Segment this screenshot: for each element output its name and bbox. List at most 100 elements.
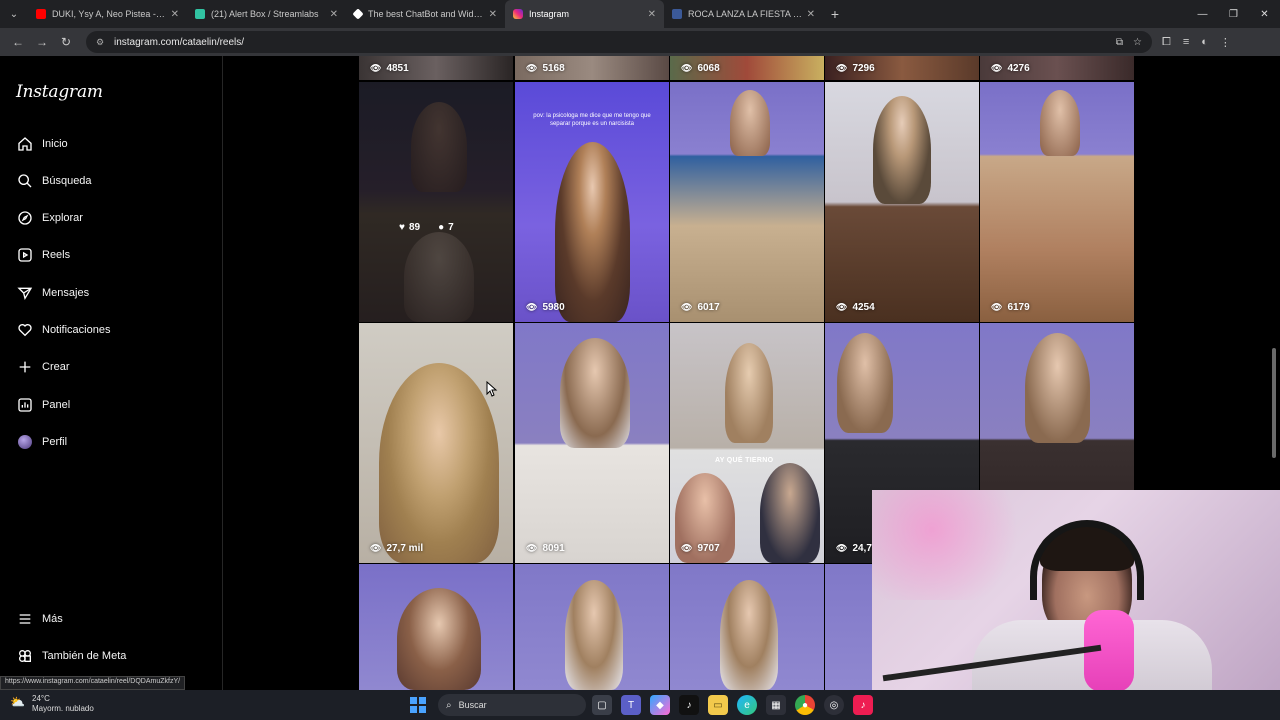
- reel-tile[interactable]: 👁 4254: [825, 82, 979, 322]
- view-count: 24,7: [852, 543, 872, 554]
- browser-tab[interactable]: ROCA LANZA LA FIESTA NACIO ✕: [664, 0, 823, 28]
- nav-label: Crear: [42, 361, 70, 373]
- copilot-icon[interactable]: ◆: [650, 695, 670, 715]
- reel-overlay-text: pov: la psicologa me dice que me tengo q…: [533, 113, 651, 127]
- close-tab-icon[interactable]: ✕: [489, 9, 497, 20]
- instagram-logo[interactable]: Instagram: [16, 82, 103, 102]
- nav-busqueda[interactable]: Búsqueda: [16, 170, 92, 192]
- nav-mensajes[interactable]: Mensajes: [16, 282, 89, 304]
- reel-tile[interactable]: AY QUÉ TIERNO 👁 9707: [670, 323, 824, 563]
- edge-icon[interactable]: e: [737, 695, 757, 715]
- obs-icon[interactable]: ◎: [824, 695, 844, 715]
- person-thumbnail: [397, 588, 481, 690]
- browser-tab[interactable]: The best ChatBot and Widgets ✕: [346, 0, 505, 28]
- taskbar-search[interactable]: ⌕ Buscar: [438, 694, 586, 716]
- instagram-favicon-icon: [513, 9, 523, 19]
- person-thumbnail: [725, 343, 773, 443]
- reel-tile[interactable]: [670, 564, 824, 690]
- tab-search-icon[interactable]: ⌄: [0, 0, 28, 28]
- scrollbar-thumb[interactable]: [1272, 348, 1276, 458]
- weather-cloud-icon: ⛅: [10, 695, 25, 709]
- nav-crear[interactable]: Crear: [16, 356, 70, 378]
- reel-tile[interactable]: 👁 6017: [670, 82, 824, 322]
- instagram-sidebar: Instagram Inicio Búsqueda Explorar Reels…: [0, 56, 223, 690]
- reel-tile[interactable]: [515, 564, 669, 690]
- file-explorer-icon[interactable]: ▭: [708, 695, 728, 715]
- url-input[interactable]: ⚙ instagram.com/cataelin/reels/ ⧉ ☆: [86, 31, 1152, 53]
- url-text: instagram.com/cataelin/reels/: [114, 36, 245, 48]
- person-thumbnail: [873, 96, 931, 204]
- headphones-icon: [1030, 520, 1144, 600]
- screen: ⌄ DUKI, Ysy A, Neo Pistea - TRAP ✕ (21) …: [0, 0, 1280, 720]
- extensions-icon[interactable]: ⧠: [1162, 36, 1171, 49]
- reload-icon[interactable]: ↻: [54, 30, 78, 54]
- store-icon[interactable]: ▦: [766, 695, 786, 715]
- teams-icon[interactable]: T: [621, 695, 641, 715]
- person-thumbnail: [1040, 90, 1080, 156]
- person-thumbnail: [565, 580, 623, 690]
- nav-label: También de Meta: [42, 650, 127, 662]
- reel-tile[interactable]: 👁 27,7 mil: [359, 323, 513, 563]
- tiktok-live-icon[interactable]: ♪: [853, 695, 873, 715]
- taskbar-search-label: Buscar: [458, 700, 487, 710]
- nav-mas[interactable]: Más: [16, 608, 63, 630]
- windows-start-icon[interactable]: [410, 697, 426, 713]
- nav-label: Panel: [42, 399, 71, 411]
- reel-tile[interactable]: 👁 5168: [515, 56, 669, 80]
- bookmark-star-icon[interactable]: ☆: [1133, 37, 1142, 48]
- reel-tile[interactable]: 👁 6179: [980, 82, 1134, 322]
- reel-tile[interactable]: 👁 7296: [825, 56, 979, 80]
- hover-overlay: [359, 82, 513, 322]
- reel-tile[interactable]: 👁 8091: [515, 323, 669, 563]
- reel-tile[interactable]: [359, 564, 513, 690]
- nav-inicio[interactable]: Inicio: [16, 133, 68, 155]
- nav-notificaciones[interactable]: Notificaciones: [16, 319, 110, 341]
- nav-tambien-de-meta[interactable]: También de Meta: [16, 645, 126, 667]
- view-count: 5980: [542, 302, 565, 313]
- person-thumbnail: [1025, 333, 1090, 443]
- view-count: 6017: [697, 302, 720, 313]
- weather-widget[interactable]: ⛅ 24°C Mayorm. nublado: [10, 694, 94, 714]
- search-icon: [16, 172, 34, 190]
- reel-tile[interactable]: pov: la psicologa me dice que me tengo q…: [515, 82, 669, 322]
- close-tab-icon[interactable]: ✕: [171, 9, 179, 20]
- view-count: 6068: [697, 63, 720, 74]
- nav-explorar[interactable]: Explorar: [16, 207, 83, 229]
- browser-menu-icon[interactable]: ⋮: [1220, 36, 1231, 49]
- maximize-icon[interactable]: ❐: [1218, 0, 1249, 28]
- close-tab-icon[interactable]: ✕: [648, 9, 656, 20]
- site-info-icon[interactable]: ⚙: [96, 37, 106, 47]
- hover-stats: ♥ 89 ● 7: [399, 222, 454, 233]
- close-tab-icon[interactable]: ✕: [330, 9, 338, 20]
- nav-perfil[interactable]: Perfil: [16, 431, 67, 453]
- reels-icon: [16, 246, 34, 264]
- close-tab-icon[interactable]: ✕: [807, 9, 815, 20]
- compass-icon: [16, 209, 34, 227]
- reel-tile[interactable]: 👁 4851: [359, 56, 513, 80]
- nav-label: Más: [42, 613, 63, 625]
- install-icon[interactable]: ⧉: [1116, 37, 1123, 48]
- task-view-icon[interactable]: ▢: [592, 695, 612, 715]
- media-icon[interactable]: ≡: [1183, 36, 1189, 49]
- profile-icon[interactable]: ◐: [1201, 36, 1208, 49]
- browser-tab-active[interactable]: Instagram ✕: [505, 0, 664, 28]
- close-window-icon[interactable]: ✕: [1249, 0, 1280, 28]
- browser-tab[interactable]: DUKI, Ysy A, Neo Pistea - TRAP ✕: [28, 0, 187, 28]
- new-tab-button[interactable]: +: [823, 6, 847, 22]
- tiktok-icon[interactable]: ♪: [679, 695, 699, 715]
- reel-tile[interactable]: 👁 6068: [670, 56, 824, 80]
- back-icon[interactable]: ←: [6, 30, 30, 54]
- link-status-url: https://www.instagram.com/cataelin/reel/…: [0, 676, 186, 690]
- person-thumbnail: [555, 142, 630, 322]
- nav-panel[interactable]: Panel: [16, 394, 70, 416]
- like-icon: ♥: [399, 222, 405, 233]
- forward-icon[interactable]: →: [30, 30, 54, 54]
- reel-tile[interactable]: 👁 4276: [980, 56, 1134, 80]
- browser-tab[interactable]: (21) Alert Box / Streamlabs ✕: [187, 0, 346, 28]
- nav-reels[interactable]: Reels: [16, 244, 70, 266]
- person-thumbnail: [560, 338, 630, 448]
- chrome-icon[interactable]: ●: [795, 695, 815, 715]
- reel-tile-hovered[interactable]: ♥ 89 ● 7: [359, 82, 513, 322]
- menu-icon: [16, 610, 34, 628]
- minimize-icon[interactable]: —: [1187, 0, 1218, 28]
